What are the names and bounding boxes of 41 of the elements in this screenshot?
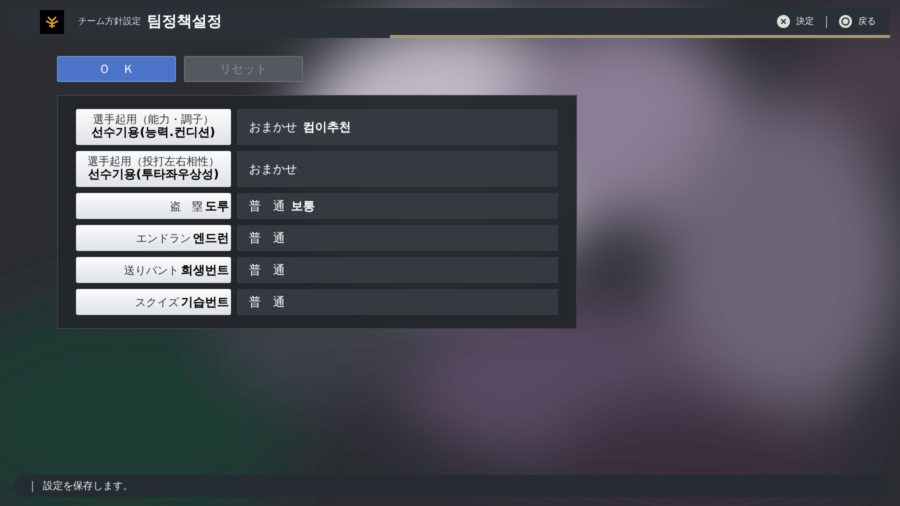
setting-label-button[interactable]: 盗 塁 도루 — [76, 193, 231, 219]
setting-label-button[interactable]: 選手起用（投打左右相性） 선수기용(투타좌우상성) — [76, 151, 231, 187]
setting-value-field[interactable]: 普 通 보통 — [237, 193, 558, 219]
translated-setting-name: 기습번트 — [181, 294, 229, 310]
translated-setting-value: 보통 — [291, 198, 315, 214]
translated-setting-name: 희생번트 — [181, 262, 229, 278]
setting-name: 送りバント — [124, 262, 179, 278]
screen-subtitle: チーム方針設定 — [78, 16, 141, 28]
translated-setting-name: 선수기용(능력.컨디션) — [92, 126, 216, 140]
screen-title: 팀정책설정 — [147, 12, 222, 31]
setting-value: 普 通 — [249, 262, 285, 278]
setting-value: おまかせ — [249, 160, 297, 178]
translated-setting-name: 도루 — [205, 198, 229, 214]
setting-name: 選手起用（投打左右相性） — [88, 156, 220, 168]
translated-setting-value: 컴이추천 — [303, 118, 351, 136]
action-label: 決定 — [796, 16, 814, 28]
setting-value: おまかせ — [249, 118, 297, 136]
setting-name: スクイズ — [135, 294, 179, 310]
setting-value-field[interactable]: おまかせ — [237, 151, 558, 187]
action-label: 戻る — [858, 16, 876, 28]
emblem-icon — [40, 10, 64, 34]
ok-button[interactable]: Ｏ Ｋ — [57, 56, 176, 82]
setting-label-button[interactable]: 送りバント 희생번트 — [76, 257, 231, 283]
setting-value-field[interactable]: 普 通 — [237, 289, 558, 315]
setting-value-field[interactable]: 普 通 — [237, 257, 558, 283]
setting-label-button[interactable]: エンドラン 엔드런 — [76, 225, 231, 251]
setting-value: 普 通 — [249, 294, 285, 310]
translated-setting-name: 엔드런 — [193, 230, 229, 246]
setting-value-field[interactable]: 普 通 — [237, 225, 558, 251]
translated-setting-name: 선수기용(투타좌우상성) — [88, 168, 219, 182]
setting-name: エンドラン — [136, 230, 191, 246]
setting-value: 普 通 — [249, 230, 285, 246]
cross-button-icon — [777, 15, 790, 28]
setting-label-button[interactable]: スクイズ 기습번트 — [76, 289, 231, 315]
setting-value-field[interactable]: おまかせ 컴이추천 — [237, 109, 558, 145]
setting-label-button[interactable]: 選手起用（能力・調子） 선수기용(능력.컨디션) — [76, 109, 231, 145]
status-message: 設定を保存します。 — [43, 480, 133, 493]
setting-name: 選手起用（能力・調子） — [93, 114, 214, 126]
setting-value: 普 通 — [249, 198, 285, 214]
circle-button-icon — [839, 15, 852, 28]
setting-name: 盗 塁 — [170, 198, 203, 214]
